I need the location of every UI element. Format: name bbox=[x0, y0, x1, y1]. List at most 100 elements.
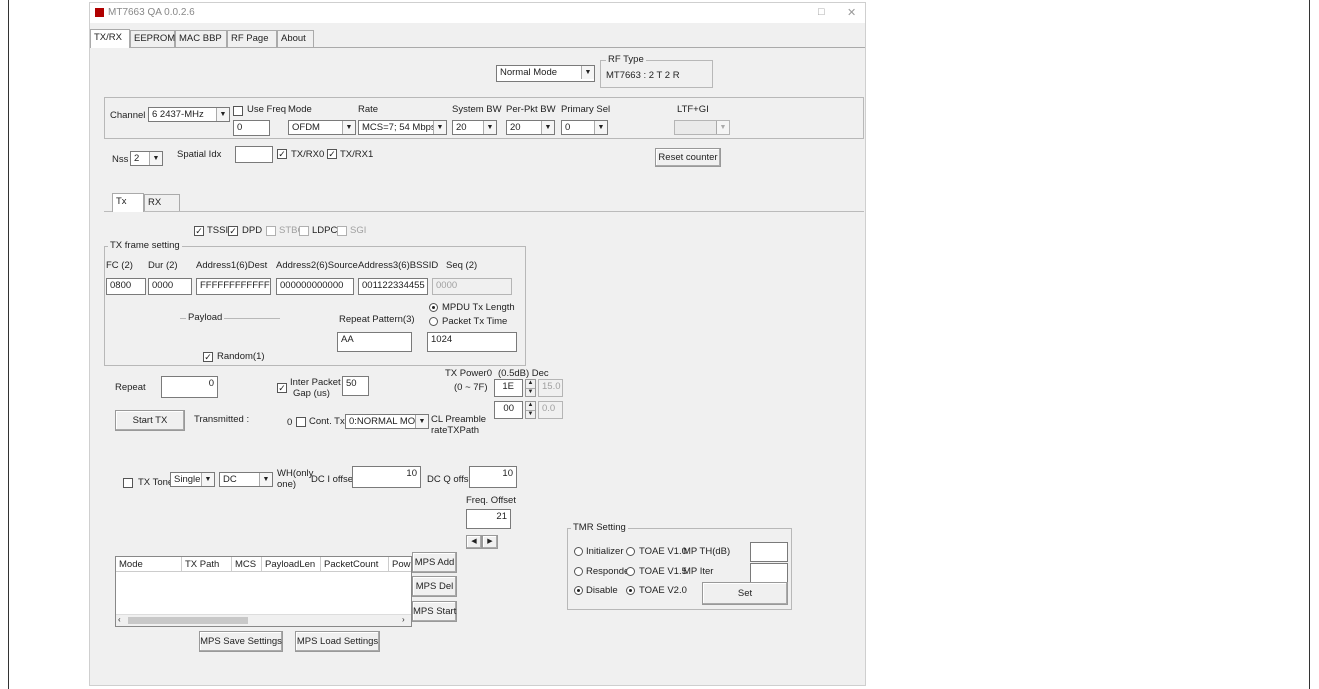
tx-power-range: (0 ~ 7F) bbox=[454, 382, 488, 393]
addr3-input[interactable]: 001122334455 bbox=[358, 278, 428, 295]
mps-load-settings-button[interactable]: MPS Load Settings bbox=[295, 631, 380, 652]
scroll-right-icon[interactable]: › bbox=[402, 615, 405, 624]
length-input[interactable]: 1024 bbox=[427, 332, 517, 352]
channel-select[interactable]: 6 2437-MHz ▼ bbox=[148, 107, 230, 122]
power2-dec-value: 0.0 bbox=[538, 401, 563, 419]
tx-tone-checkbox[interactable] bbox=[123, 478, 133, 488]
spin-down-icon[interactable]: ▼ bbox=[526, 388, 535, 396]
disable-radio[interactable] bbox=[574, 586, 583, 595]
per-pkt-bw-select[interactable]: 20 ▼ bbox=[506, 120, 555, 135]
mps-start-button[interactable]: MPS Start bbox=[412, 601, 457, 622]
start-tx-button[interactable]: Start TX bbox=[115, 410, 185, 431]
col-mcs[interactable]: MCS bbox=[232, 557, 262, 572]
tab-tx[interactable]: Tx bbox=[112, 193, 144, 212]
tmr-label: TMR Setting bbox=[571, 522, 628, 533]
tone-dc-select[interactable]: DC ▼ bbox=[219, 472, 273, 487]
tmr-set-button[interactable]: Set bbox=[702, 582, 788, 605]
freq-offset-input[interactable]: 21 bbox=[466, 509, 511, 529]
dur-input[interactable]: 0000 bbox=[148, 278, 192, 295]
stbc-checkbox[interactable] bbox=[266, 226, 276, 236]
power2-input[interactable]: 00 bbox=[494, 401, 523, 419]
spin-down-icon[interactable]: ▼ bbox=[526, 410, 535, 418]
use-freq-input[interactable]: 0 bbox=[233, 120, 270, 136]
tab-mac-bbp[interactable]: MAC BBP bbox=[175, 30, 227, 47]
spatial-idx-input[interactable] bbox=[235, 146, 273, 163]
freq-offset-right-button[interactable]: ▶ bbox=[482, 535, 498, 549]
addr2-input[interactable]: 000000000000 bbox=[276, 278, 354, 295]
dpd-checkbox[interactable]: ✓ bbox=[228, 226, 238, 236]
col-packet-count[interactable]: PacketCount bbox=[321, 557, 389, 572]
random-checkbox[interactable]: ✓ bbox=[203, 352, 213, 362]
primary-sel-select[interactable]: 0 ▼ bbox=[561, 120, 608, 135]
use-freq-checkbox[interactable] bbox=[233, 106, 243, 116]
sgi-checkbox[interactable] bbox=[337, 226, 347, 236]
reset-counter-button[interactable]: Reset counter bbox=[655, 148, 721, 167]
disable-label: Disable bbox=[586, 585, 618, 596]
fc-input[interactable]: 0800 bbox=[106, 278, 146, 295]
chevron-down-icon: ▼ bbox=[433, 121, 446, 134]
txrx1-checkbox[interactable]: ✓ bbox=[327, 149, 337, 159]
mode-select[interactable]: Normal Mode ▼ bbox=[496, 65, 595, 82]
col-mode[interactable]: Mode bbox=[116, 557, 182, 572]
rate-select[interactable]: MCS=7; 54 Mbps ▼ bbox=[358, 120, 447, 135]
tx-power-spinner[interactable]: ▲ ▼ bbox=[525, 379, 536, 397]
toae-v10-radio[interactable] bbox=[626, 547, 635, 556]
seq-input[interactable]: 0000 bbox=[432, 278, 512, 295]
freq-offset-left-button[interactable]: ◀ bbox=[466, 535, 482, 549]
addr2-label: Address2(6)Source bbox=[276, 260, 358, 271]
tab-rf-page[interactable]: RF Page bbox=[227, 30, 277, 47]
nss-select[interactable]: 2 ▼ bbox=[130, 151, 163, 166]
mode-combo[interactable]: OFDM ▼ bbox=[288, 120, 356, 135]
col-payload-len[interactable]: PayloadLen bbox=[262, 557, 321, 572]
spin-up-icon[interactable]: ▲ bbox=[526, 402, 535, 410]
mpdu-tx-length-radio[interactable] bbox=[429, 303, 438, 312]
nss-label: Nss bbox=[112, 154, 129, 165]
scroll-left-icon[interactable]: ‹ bbox=[118, 615, 121, 624]
dc-i-offset-input[interactable]: 10 bbox=[352, 466, 421, 488]
repeat-input[interactable]: 0 bbox=[161, 376, 218, 398]
spin-up-icon[interactable]: ▲ bbox=[526, 380, 535, 388]
close-icon[interactable]: ✕ bbox=[847, 6, 856, 19]
toae-v20-label: TOAE V2.0 bbox=[639, 585, 687, 596]
responder-radio[interactable] bbox=[574, 567, 583, 576]
ltf-gi-select[interactable]: ▼ bbox=[674, 120, 730, 135]
mode-combo-value: OFDM bbox=[292, 122, 320, 133]
minimize-icon[interactable]: □ bbox=[818, 6, 825, 18]
col-pow[interactable]: Pow bbox=[389, 557, 411, 572]
system-bw-select[interactable]: 20 ▼ bbox=[452, 120, 497, 135]
mp-th-input[interactable] bbox=[750, 542, 788, 562]
toae-v20-radio[interactable] bbox=[626, 586, 635, 595]
scroll-thumb[interactable] bbox=[128, 617, 248, 624]
initializer-radio[interactable] bbox=[574, 547, 583, 556]
mps-save-settings-button[interactable]: MPS Save Settings bbox=[199, 631, 283, 652]
mpdu-tx-length-label: MPDU Tx Length bbox=[442, 302, 515, 313]
mps-list[interactable]: Mode TX Path MCS PayloadLen PacketCount … bbox=[115, 556, 412, 627]
tab-txrx[interactable]: TX/RX bbox=[90, 29, 130, 48]
power2-spinner[interactable]: ▲ ▼ bbox=[525, 401, 536, 419]
ldpc-checkbox[interactable] bbox=[299, 226, 309, 236]
tssi-checkbox[interactable]: ✓ bbox=[194, 226, 204, 236]
tab-about[interactable]: About bbox=[277, 30, 314, 47]
txrx0-checkbox[interactable]: ✓ bbox=[277, 149, 287, 159]
dc-q-offset-input[interactable]: 10 bbox=[469, 466, 517, 488]
tab-eeprom[interactable]: EEPROM bbox=[130, 30, 175, 47]
chevron-down-icon: ▼ bbox=[716, 121, 729, 134]
tx-power-input[interactable]: 1E bbox=[494, 379, 523, 397]
cont-tx-select[interactable]: 0:NORMAL MOD ▼ bbox=[345, 414, 429, 429]
addr3-label: Address3(6)BSSID bbox=[358, 260, 439, 271]
inter-packet-gap-input[interactable]: 50 bbox=[342, 376, 369, 396]
col-tx-path[interactable]: TX Path bbox=[182, 557, 232, 572]
mp-iter-input[interactable] bbox=[750, 563, 788, 583]
mps-add-button[interactable]: MPS Add bbox=[412, 552, 457, 573]
txrx-panel: Normal Mode ▼ RF Type MT7663 : 2 T 2 R Ch… bbox=[90, 47, 865, 686]
packet-tx-time-radio[interactable] bbox=[429, 317, 438, 326]
inter-packet-gap-checkbox[interactable]: ✓ bbox=[277, 383, 287, 393]
repeat-pattern-input[interactable]: AA bbox=[337, 332, 412, 352]
tab-rx[interactable]: RX bbox=[144, 194, 180, 211]
mps-del-button[interactable]: MPS Del bbox=[412, 576, 457, 597]
toae-v15-radio[interactable] bbox=[626, 567, 635, 576]
cont-tx-checkbox[interactable] bbox=[296, 417, 306, 427]
addr1-input[interactable]: FFFFFFFFFFFF bbox=[196, 278, 271, 295]
tone-type-select[interactable]: Single ▼ bbox=[170, 472, 215, 487]
mps-list-scrollbar[interactable]: ‹ › bbox=[116, 614, 411, 626]
